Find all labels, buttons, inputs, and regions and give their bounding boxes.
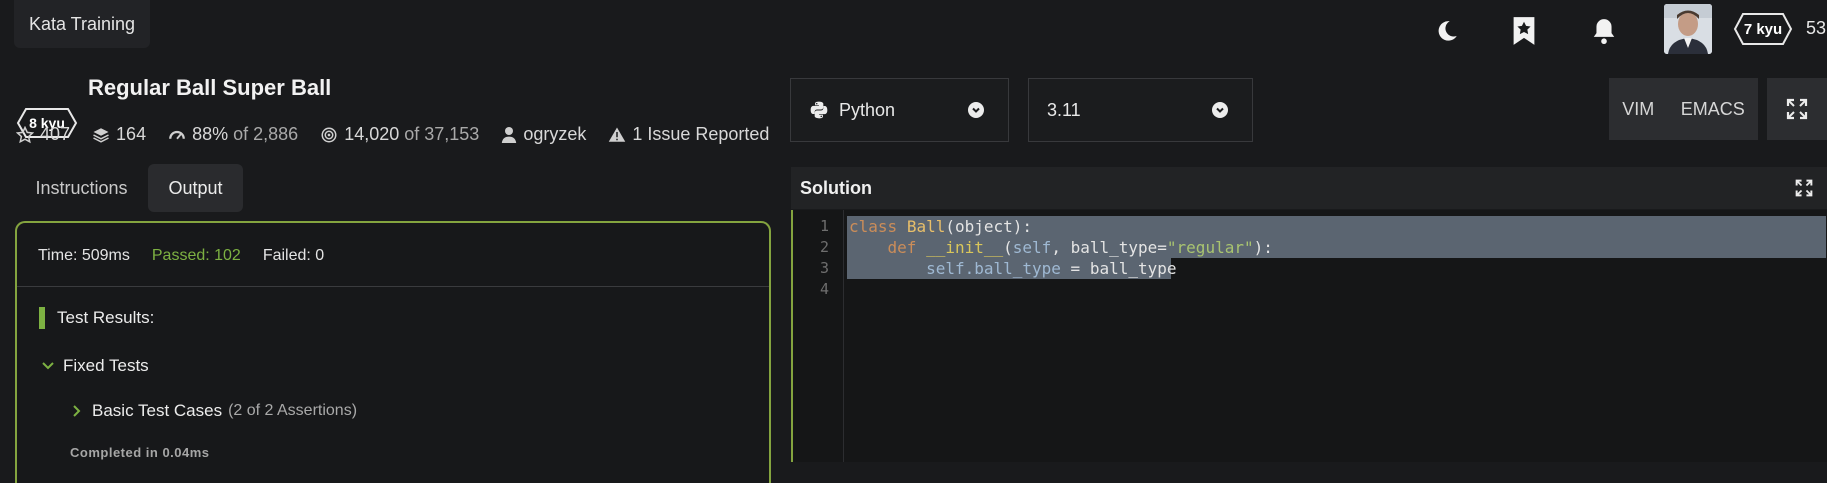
collections-count: 164 — [116, 124, 147, 144]
satisfaction-percent: 88% — [192, 124, 229, 144]
layers-icon — [93, 127, 109, 143]
line-number: 2 — [819, 238, 829, 256]
code-token: "regular" — [1166, 238, 1254, 257]
code-token: .ball_type — [964, 259, 1061, 278]
fullscreen-button[interactable] — [1767, 78, 1827, 140]
time-label: Time: 509ms — [38, 247, 130, 264]
issues-stat[interactable]: 1 Issue Reported — [608, 124, 769, 145]
line-number: 3 — [819, 259, 829, 277]
completed-stat: 14,020 of 37,153 — [320, 124, 479, 145]
author-stat[interactable]: ogryzek — [501, 124, 586, 145]
code-token: (object): — [945, 217, 1033, 236]
completed-count: 14,020 — [344, 124, 400, 144]
line-number: 1 — [819, 217, 829, 235]
chevron-down-icon — [1212, 102, 1228, 118]
basic-test-cases-label: Basic Test Cases — [92, 401, 223, 420]
satisfaction-total: of 2,886 — [233, 124, 299, 144]
fixed-tests-group[interactable]: Fixed Tests — [41, 356, 149, 376]
summary-divider — [17, 286, 769, 287]
code-editor[interactable]: 1 2 3 4 class Ball(object): def __init__… — [791, 210, 1827, 462]
stars-count: 407 — [40, 124, 71, 144]
code-token: self — [926, 259, 965, 278]
code-line-1: class Ball(object): — [849, 216, 1032, 237]
collections-stat[interactable]: 164 — [92, 124, 146, 145]
basic-test-cases-group[interactable]: Basic Test Cases (2 of 2 Assertions) — [70, 401, 357, 421]
solution-header: Solution — [791, 167, 1827, 209]
solution-title: Solution — [800, 177, 872, 198]
failed-label: Failed: 0 — [262, 247, 325, 264]
language-select[interactable]: Python — [790, 78, 1009, 142]
user-rank-label: 7 kyu — [1743, 20, 1783, 38]
code-line-3: self.ball_type = ball_type — [849, 258, 1177, 279]
fixed-tests-label: Fixed Tests — [63, 356, 149, 375]
code-token: class — [849, 217, 898, 236]
code-token: Ball — [906, 217, 946, 236]
honor-count: 53 — [1806, 18, 1827, 38]
completed-total: of 37,153 — [404, 124, 480, 144]
user-rank-badge[interactable]: 7 kyu — [1733, 12, 1793, 46]
code-token: def — [887, 238, 917, 257]
chevron-down-icon — [42, 362, 54, 370]
expand-icon[interactable] — [1795, 179, 1813, 197]
chevron-right-icon — [73, 405, 81, 417]
author-name: ogryzek — [523, 124, 587, 144]
assertions-count: (2 of 2 Assertions) — [228, 402, 358, 419]
output-panel: Time: 509ms Passed: 102 Failed: 0 Test R… — [15, 221, 771, 483]
kata-title[interactable]: Regular Ball Super Ball — [88, 75, 331, 101]
star-icon — [16, 125, 34, 143]
language-value: Python — [839, 99, 896, 120]
version-select[interactable]: 3.11 — [1028, 78, 1253, 142]
issues-label: 1 Issue Reported — [632, 124, 770, 144]
line-number: 4 — [819, 280, 829, 298]
vim-mode-button[interactable]: VIM — [1622, 99, 1654, 120]
expand-icon — [1786, 98, 1808, 120]
bookmark-star-icon[interactable] — [1507, 14, 1541, 48]
code-token: ( — [1003, 238, 1013, 257]
emacs-mode-button[interactable]: EMACS — [1681, 99, 1745, 120]
chevron-down-icon — [968, 102, 984, 118]
user-icon — [502, 126, 517, 143]
python-icon — [810, 101, 828, 119]
code-token: = ball_type — [1060, 259, 1177, 278]
tab-instructions[interactable]: Instructions — [16, 164, 147, 212]
tab-output[interactable]: Output — [148, 164, 243, 212]
moon-icon[interactable] — [1430, 14, 1464, 48]
gauge-icon — [169, 130, 185, 139]
target-icon — [321, 127, 337, 142]
passed-label: Passed: 102 — [151, 247, 241, 264]
code-token: , ball_type= — [1051, 238, 1167, 257]
line-number-gutter: 1 2 3 4 — [793, 210, 844, 462]
test-summary: Time: 509ms Passed: 102 Failed: 0 — [38, 247, 324, 265]
test-results-label: Test Results: — [57, 308, 155, 327]
version-value: 3.11 — [1047, 99, 1081, 120]
kata-training-tab[interactable]: Kata Training — [14, 0, 150, 48]
keybinding-mode-group: VIM EMACS — [1609, 78, 1758, 140]
warning-icon — [609, 127, 626, 142]
test-results-heading: Test Results: — [39, 307, 154, 329]
stars-stat[interactable]: 407 — [16, 124, 70, 145]
kata-stats: 407 164 88% of 2,886 14,020 of 37,153 og… — [16, 124, 791, 145]
completed-time-label: Completed in 0.04ms — [70, 445, 210, 460]
results-accent-bar — [39, 307, 45, 329]
bell-icon[interactable] — [1587, 14, 1621, 48]
code-token: self — [1012, 238, 1052, 257]
satisfaction-stat: 88% of 2,886 — [168, 124, 298, 145]
code-line-2: def __init__(self, ball_type="regular"): — [849, 237, 1273, 258]
code-token: __init__ — [926, 238, 1004, 257]
code-token: ): — [1253, 238, 1273, 257]
user-avatar[interactable] — [1664, 4, 1712, 54]
